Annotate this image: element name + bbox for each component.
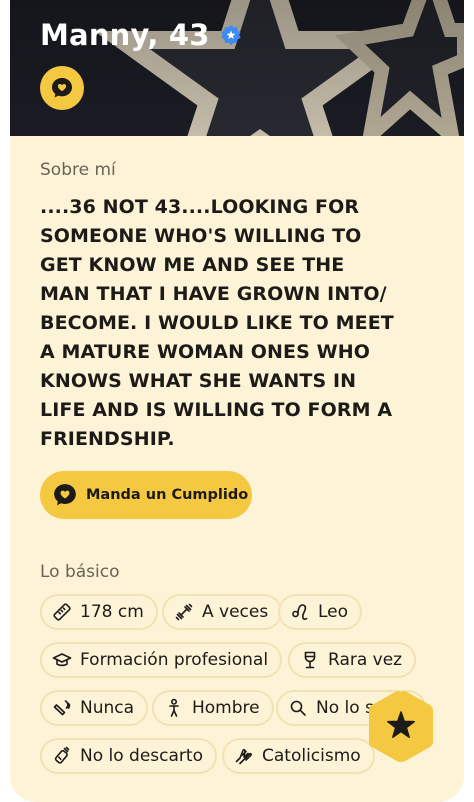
send-compliment-button[interactable]: Manda un Cumplido: [40, 471, 252, 519]
chip-label: 178 cm: [80, 602, 144, 622]
about-line: A MATURE WOMAN ONES WHO: [40, 341, 370, 363]
heart-chat-icon: [54, 484, 76, 506]
chip-zodiac[interactable]: Leo: [278, 594, 363, 630]
about-line: ....36 NOT 43....LOOKING FOR: [40, 196, 360, 218]
about-line: KNOWS WHAT SHE WANTS IN: [40, 370, 357, 392]
chip-exercise[interactable]: A veces: [162, 594, 283, 630]
chip-gender[interactable]: Hombre: [152, 690, 274, 726]
about-line: BECOME. I WOULD LIKE TO MEET: [40, 312, 394, 334]
profile-photo[interactable]: Manny, 43: [10, 0, 464, 136]
smoking-icon: [53, 700, 71, 716]
star-icon: [369, 691, 433, 762]
chip-label: No lo descarto: [80, 746, 203, 766]
profile-name-age: Manny, 43: [40, 18, 210, 52]
about-text: ....36 NOT 43....LOOKING FOR SOMEONE WHO…: [40, 193, 440, 454]
dumbbell-icon: [175, 603, 193, 621]
ruler-icon: [53, 603, 71, 621]
zodiac-icon: [292, 604, 308, 621]
chip-education[interactable]: Formación profesional: [40, 642, 283, 678]
about-line: FRIENDSHIP.: [40, 428, 175, 450]
praying-hands-icon: [235, 748, 252, 765]
profile-card: Manny, 43 Sobre mí ....36 NOT 43....LOOK…: [10, 0, 464, 802]
verified-badge-icon: [220, 24, 242, 46]
chip-label: A veces: [202, 602, 269, 622]
compliment-badge[interactable]: [40, 66, 84, 110]
chip-label: Formación profesional: [80, 650, 269, 670]
chip-height[interactable]: 178 cm: [40, 594, 158, 630]
chip-religion[interactable]: Catolicismo: [222, 738, 375, 774]
chip-label: Catolicismo: [262, 746, 361, 766]
wine-glass-icon: [304, 651, 316, 669]
about-line: LIFE AND IS WILLING TO FORM A: [40, 399, 393, 421]
about-line: MAN THAT I HAVE GROWN INTO/: [40, 283, 387, 305]
about-line: SOMEONE WHO'S WILLING TO: [40, 225, 362, 247]
superswipe-button[interactable]: [364, 688, 438, 764]
chip-drinking[interactable]: Rara vez: [288, 642, 417, 678]
about-section-label: Sobre mí: [40, 160, 116, 180]
basics-section-label: Lo básico: [40, 562, 120, 582]
chip-smoking[interactable]: Nunca: [40, 690, 149, 726]
chip-label: Leo: [318, 602, 349, 622]
send-compliment-label: Manda un Cumplido: [86, 487, 249, 503]
chip-label: Nunca: [80, 698, 135, 718]
heart-chat-icon: [52, 78, 72, 98]
person-icon: [169, 698, 179, 717]
chip-label: Rara vez: [328, 650, 403, 670]
about-line: GET KNOW ME AND SEE THE: [40, 254, 345, 276]
chip-label: Hombre: [192, 698, 260, 718]
chip-kids[interactable]: No lo descarto: [40, 738, 217, 774]
name-row: Manny, 43: [40, 18, 242, 52]
search-icon: [290, 700, 306, 716]
graduation-cap-icon: [52, 653, 72, 667]
baby-bottle-icon: [54, 746, 70, 764]
